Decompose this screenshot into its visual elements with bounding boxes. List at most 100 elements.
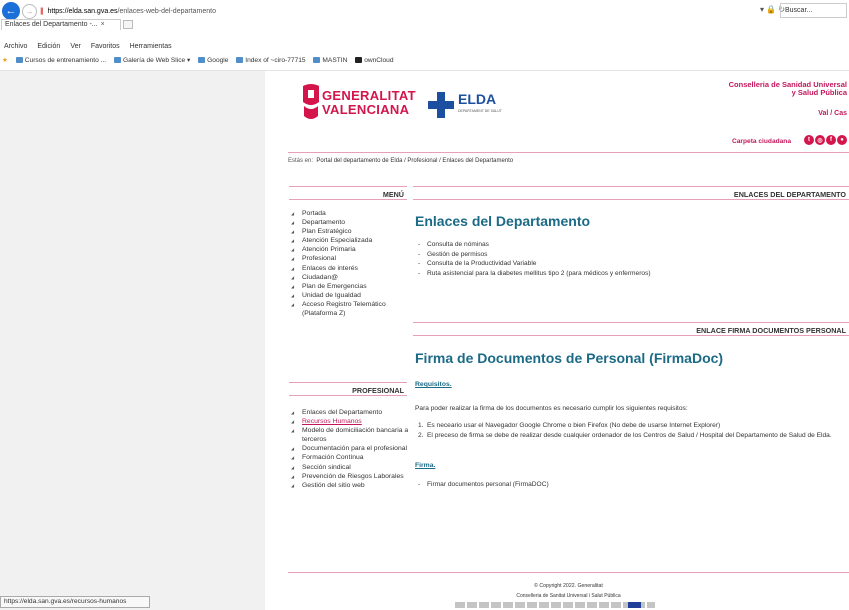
prof-item-recursos-humanos[interactable]: Recursos Humanos: [291, 417, 409, 426]
prof-item-documentacion[interactable]: Documentación para el profesional: [291, 444, 409, 453]
requisitos-text: Para poder realizar la firma de los docu…: [415, 405, 688, 412]
menu-item-portada[interactable]: Portada: [291, 209, 411, 218]
conselleria-link[interactable]: Conselleria de Sanidad Universal y Salud…: [729, 81, 847, 97]
address-bar[interactable]: ∥ https://elda.san.gva.es/enlaces-web-del…: [40, 5, 790, 18]
requisito-item: 2. El preceso de firma se debe de realiza…: [418, 431, 832, 439]
page-icon: [15, 57, 23, 64]
prof-item-formacion[interactable]: Formación Contínua: [291, 453, 409, 462]
carpeta-ciudadana-link[interactable]: Carpeta ciudadana: [732, 138, 791, 145]
search-input[interactable]: Buscar...: [780, 3, 847, 18]
requisito-item: 1. Es neceario usar el Navegador Google C…: [418, 422, 721, 429]
tab-row: Enlaces del Departamento -... ×: [0, 18, 849, 30]
star-icon: ★: [2, 57, 8, 64]
cloud-icon: [355, 57, 363, 64]
firma-list: Firmar documentos personal (FirmaDOC): [418, 481, 549, 488]
conselleria-line2: y Salud Pública: [791, 88, 847, 97]
firma-section-heading: ENLACE FIRMA DOCUMENTOS PERSONAL: [413, 322, 849, 336]
forward-button[interactable]: →: [22, 4, 37, 19]
prof-item-enlaces[interactable]: Enlaces del Departamento: [291, 408, 409, 417]
gva-line2: VALENCIANA: [322, 102, 410, 117]
menu-item-ciudadan[interactable]: Ciudadan@: [291, 273, 411, 282]
link-productividad[interactable]: Consulta de la Productividad Variable: [418, 259, 838, 269]
page-icon: [236, 57, 244, 64]
link-ruta-diabetes[interactable]: Ruta asistencial para la diabetes mellit…: [418, 269, 838, 279]
menu-heading: MENÚ: [289, 186, 407, 200]
enlaces-title: Enlaces del Departamento: [415, 213, 591, 229]
menu-bar: Archivo Edición Ver Favoritos Herramientas: [0, 43, 849, 55]
fav-mastin[interactable]: MASTIN: [313, 57, 347, 64]
page-icon: [198, 57, 206, 64]
prof-item-gestion-web[interactable]: Gestión del sitio web: [291, 481, 409, 490]
fav-index[interactable]: Index of ~ciro-77715: [236, 57, 306, 64]
footer-conselleria: Conselleria de Sanitat Universal i Salut…: [516, 593, 621, 599]
elda-name: ELDA: [458, 91, 497, 107]
link-consulta-nominas[interactable]: Consulta de nóminas: [418, 240, 838, 250]
tab-title: Enlaces del Departamento -...: [5, 21, 98, 28]
breadcrumb-path[interactable]: Portal del departamento de Elda / Profes…: [316, 158, 513, 164]
prof-item-seccion-sindical[interactable]: Sección sindical: [291, 463, 409, 472]
menu-item-departamento[interactable]: Departamento: [291, 218, 411, 227]
link-firmar-documentos[interactable]: Firmar documentos personal (FirmaDOC): [418, 481, 549, 488]
firma-heading: Firma.: [415, 462, 436, 469]
fav-google[interactable]: Google: [198, 57, 228, 64]
firma-title: Firma de Documentos de Personal (FirmaDo…: [415, 350, 724, 366]
eu-flag-icon: [628, 602, 641, 608]
footer-divider: [288, 572, 849, 573]
prof-item-domiciliacion[interactable]: Modelo de domiciliación bancaria a terce…: [291, 426, 409, 444]
menu-item-enlaces-interes[interactable]: Enlaces de interés: [291, 264, 411, 273]
menu-item-registro-telematico[interactable]: Acceso Registro Telemático (Plataforma Z…: [291, 300, 411, 318]
page-icon: [313, 57, 321, 64]
main-menu: Portada Departamento Plan Estratégico At…: [291, 209, 411, 318]
fav-owncloud[interactable]: ownCloud: [355, 57, 394, 64]
menu-item-plan-estrategico[interactable]: Plan Estratégico: [291, 227, 411, 236]
left-blank-panel: [0, 71, 265, 610]
profesional-heading: PROFESIONAL: [289, 382, 407, 396]
flickr-icon[interactable]: ●: [837, 135, 847, 145]
url-path: /enlaces-web-del-departamento: [117, 8, 216, 15]
link-gestion-permisos[interactable]: Gestión de permisos: [418, 250, 838, 260]
menu-item-unidad-igualdad[interactable]: Unidad de Igualdad: [291, 291, 411, 300]
menu-archivo[interactable]: Archivo: [4, 43, 27, 50]
twitter-icon[interactable]: t: [804, 135, 814, 145]
breadcrumb-label: Estás en:: [288, 158, 314, 164]
enlaces-section-heading: ENLACES DEL DEPARTAMENTO: [413, 186, 849, 200]
gva-emblem-icon: [303, 84, 319, 119]
requisitos-heading: Requisitos.: [415, 381, 452, 388]
header-divider: [288, 152, 849, 153]
enlaces-list: Consulta de nóminas Gestión de permisos …: [418, 240, 838, 278]
page-icon: [113, 57, 121, 64]
health-cross-icon: [428, 92, 454, 118]
copyright: © Copyright 2022. Generalitat: [534, 583, 603, 589]
browser-toolbar: ← → ∥ https://elda.san.gva.es/enlaces-web…: [0, 0, 849, 30]
menu-item-atencion-especializada[interactable]: Atención Especializada: [291, 236, 411, 245]
facebook-icon[interactable]: f: [826, 135, 836, 145]
menu-favoritos[interactable]: Favoritos: [91, 43, 120, 50]
favorites-bar: ★ Cursos de entrenamiento ... Galería de…: [0, 56, 849, 68]
generalitat-logo[interactable]: GENERALITAT VALENCIANA: [300, 80, 420, 125]
menu-ver[interactable]: Ver: [70, 43, 81, 50]
elda-logo[interactable]: ELDA DEPARTAMENT DE SALUT: [428, 88, 518, 120]
url-host: https://elda.san.gva.es: [47, 8, 118, 15]
status-bar: https://elda.san.gva.es/recursos-humanos: [0, 596, 150, 608]
gva-line1: GENERALITAT: [322, 88, 416, 103]
social-links: t ◎ f ●: [804, 135, 847, 145]
menu-item-atencion-primaria[interactable]: Atención Primaria: [291, 245, 411, 254]
menu-item-profesional[interactable]: Profesional: [291, 254, 411, 263]
fav-cursos[interactable]: Cursos de entrenamiento ...: [15, 57, 106, 64]
requisitos-list: 1. Es neceario usar el Navegador Google C…: [418, 421, 848, 441]
breadcrumb: Estás en: Portal del departamento de Eld…: [288, 158, 513, 164]
language-switch[interactable]: Val / Cas: [818, 110, 847, 117]
footer-links: [455, 602, 655, 608]
fav-galeria[interactable]: Galería de Web Slice ▾: [113, 57, 190, 64]
menu-edicion[interactable]: Edición: [37, 43, 60, 50]
elda-subtitle: DEPARTAMENT DE SALUT: [458, 109, 502, 113]
site-icon: ∥: [40, 8, 44, 15]
menu-item-plan-emergencias[interactable]: Plan de Emergencias: [291, 282, 411, 291]
prof-item-prevencion[interactable]: Prevención de Riesgos Laborales: [291, 472, 409, 481]
profesional-menu: Enlaces del Departamento Recursos Humano…: [291, 408, 409, 490]
new-tab-button[interactable]: [123, 20, 133, 29]
tab-enlaces[interactable]: Enlaces del Departamento -... ×: [1, 19, 121, 30]
instagram-icon[interactable]: ◎: [815, 135, 825, 145]
close-tab-icon[interactable]: ×: [101, 21, 105, 28]
menu-herramientas[interactable]: Herramientas: [130, 43, 172, 50]
